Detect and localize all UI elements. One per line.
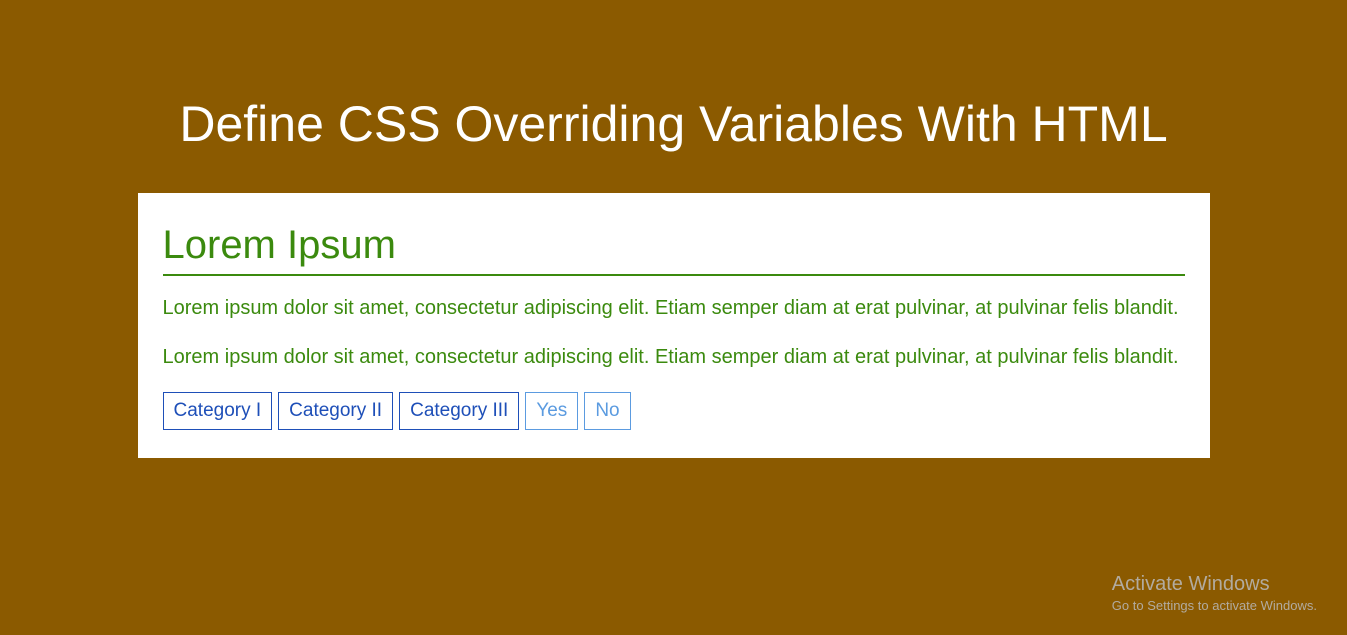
paragraph-2: Lorem ipsum dolor sit amet, consectetur … — [163, 343, 1185, 372]
no-button[interactable]: No — [584, 392, 630, 430]
watermark-subtitle: Go to Settings to activate Windows. — [1112, 598, 1317, 613]
content-heading: Lorem Ipsum — [163, 223, 1185, 276]
yes-button[interactable]: Yes — [525, 392, 578, 430]
button-row: Category I Category II Category III Yes … — [163, 392, 1185, 430]
paragraph-1: Lorem ipsum dolor sit amet, consectetur … — [163, 294, 1185, 323]
content-card: Lorem Ipsum Lorem ipsum dolor sit amet, … — [138, 193, 1210, 458]
category-3-button[interactable]: Category III — [399, 392, 519, 430]
category-2-button[interactable]: Category II — [278, 392, 393, 430]
windows-activation-watermark: Activate Windows Go to Settings to activ… — [1112, 573, 1317, 613]
page-title: Define CSS Overriding Variables With HTM… — [0, 0, 1347, 193]
watermark-title: Activate Windows — [1112, 573, 1317, 596]
category-1-button[interactable]: Category I — [163, 392, 273, 430]
